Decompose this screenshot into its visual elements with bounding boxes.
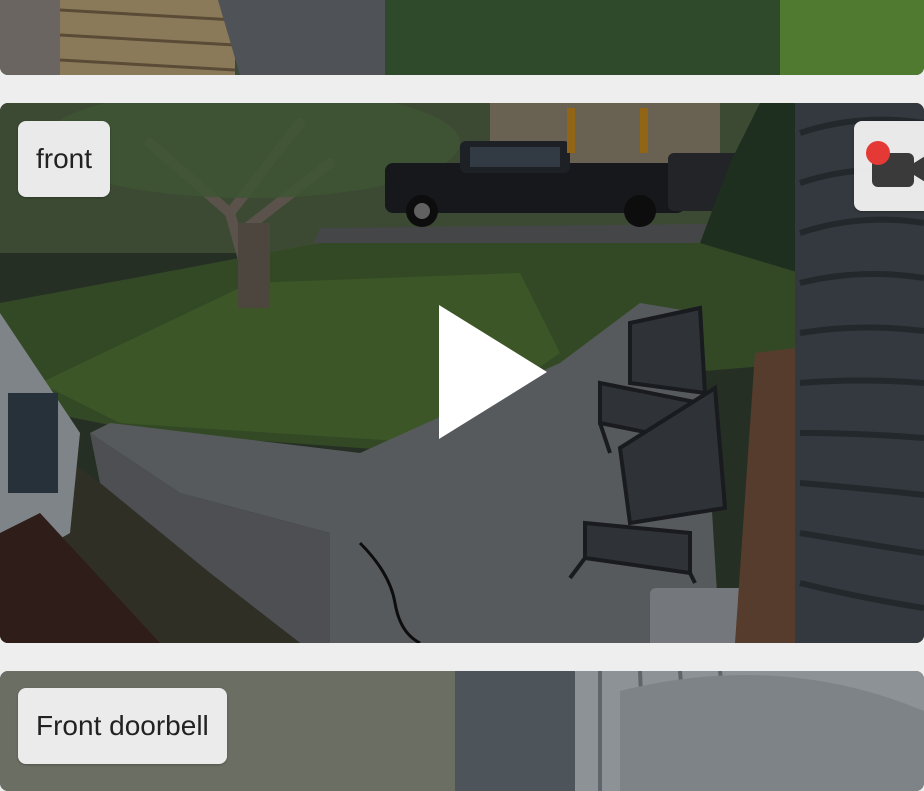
camera-name-label: Front doorbell [18, 688, 227, 764]
camera-card-front[interactable]: front [0, 103, 924, 643]
camera-card-top[interactable] [0, 0, 924, 75]
camera-name-label: front [18, 121, 111, 197]
video-camera-record-icon [866, 141, 924, 187]
camera-card-front-doorbell[interactable]: Front doorbell [0, 671, 924, 791]
play-button[interactable] [437, 305, 549, 439]
recording-indicator[interactable] [854, 121, 924, 211]
camera-snapshot-top [0, 0, 924, 75]
play-icon [439, 305, 547, 439]
